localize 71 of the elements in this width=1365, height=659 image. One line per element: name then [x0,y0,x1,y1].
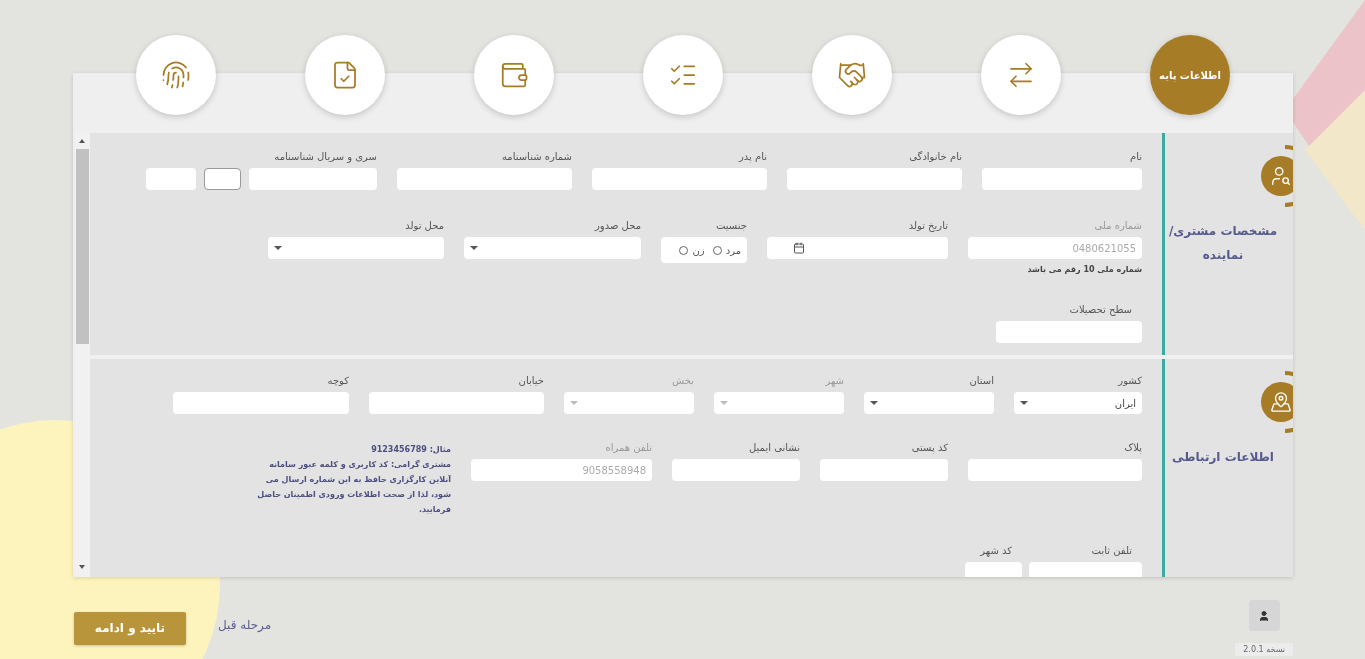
select-field[interactable] [268,237,444,259]
wallet-icon [499,60,529,90]
date-field[interactable] [767,237,948,259]
field-label: تاریخ تولد [907,220,948,231]
field-label: تلفن ثابت [1090,545,1133,556]
field-label: تلفن همراه [604,442,652,453]
field-label: نام [1128,151,1142,162]
back-link[interactable]: مرحله قبل [218,618,272,632]
field-label: محل صدور [593,220,641,231]
text-field[interactable] [968,459,1142,481]
version-badge: نسخه 2.0.1 [1235,643,1293,656]
text-field[interactable] [249,168,377,190]
caret-icon [274,246,282,250]
select-field[interactable] [714,392,844,414]
field-label: شماره ملی [1093,220,1142,231]
user-icon [1258,609,1271,622]
field-label: استان [968,375,994,386]
section-title: اطلاعات ارتباطی [1171,449,1275,466]
caret-icon [870,401,878,405]
fingerprint-icon [161,60,191,90]
field-label: کوچه [326,375,349,386]
caret-icon [470,246,478,250]
select-field[interactable] [564,392,694,414]
step-tab[interactable] [812,35,892,115]
text-field[interactable] [592,168,767,190]
field-label: سری و سریال شناسنامه [273,151,377,162]
step-tab[interactable] [474,35,554,115]
field-label: کد شهر [978,545,1013,556]
text-field[interactable] [204,168,241,190]
text-field[interactable] [146,168,196,190]
field-label: خیابان [517,375,544,386]
section-title: مشخصات مشتری/نماینده [1167,223,1279,264]
text-field[interactable] [173,392,349,414]
step-tab[interactable]: اطلاعات پایه [1150,35,1230,115]
user-button[interactable] [1248,600,1280,631]
text-field[interactable] [369,392,544,414]
caret-icon [1020,401,1028,405]
field-label: شماره شناسنامه [500,151,572,162]
field-label: بخش [671,375,694,386]
step-tab[interactable] [305,35,385,115]
field-label: نشانی ایمیل [748,442,800,453]
caret-icon [570,401,578,405]
select-field[interactable]: ایران [1014,392,1142,414]
step-tab[interactable] [981,35,1061,115]
field-label: محل تولد [404,220,444,231]
text-field[interactable] [787,168,962,190]
example-text: مثال: 9123456789 [370,444,451,456]
field-label: پلاک [1123,442,1142,453]
radio-option[interactable]: مرد [712,244,741,256]
text-field[interactable] [982,168,1142,190]
notice-text: مشتری گرامی: کد کاربری و کلمه عبور سامانه آنلاین کارگزاری حافظ به این شماره ارسال می شود، لذا از صحت اطلاعات ورودی اطمینان حاصل فرمایید. [256,459,451,516]
text-field[interactable] [996,321,1142,343]
field-label: سطح تحصیلات [1068,304,1133,315]
text-field[interactable] [820,459,948,481]
field-label: نام پدر [737,151,767,162]
text-field[interactable] [397,168,572,190]
select-field[interactable] [464,237,641,259]
step-tab[interactable] [136,35,216,115]
field-label: نام خانوادگی [908,151,962,162]
field-label: شهر [824,375,844,386]
handshake-icon [837,60,867,90]
calendar-icon [793,242,805,254]
field-label: جنسیت [715,220,747,231]
select-field[interactable] [864,392,994,414]
field-label: کد پستی [910,442,948,453]
text-field[interactable] [672,459,800,481]
caret-icon [720,401,728,405]
field-label: کشور [1116,375,1142,386]
step-tab[interactable] [643,35,723,115]
field-hint: شماره ملی 10 رقم می باشد [1026,265,1142,274]
radio-option[interactable]: زن [679,244,705,256]
